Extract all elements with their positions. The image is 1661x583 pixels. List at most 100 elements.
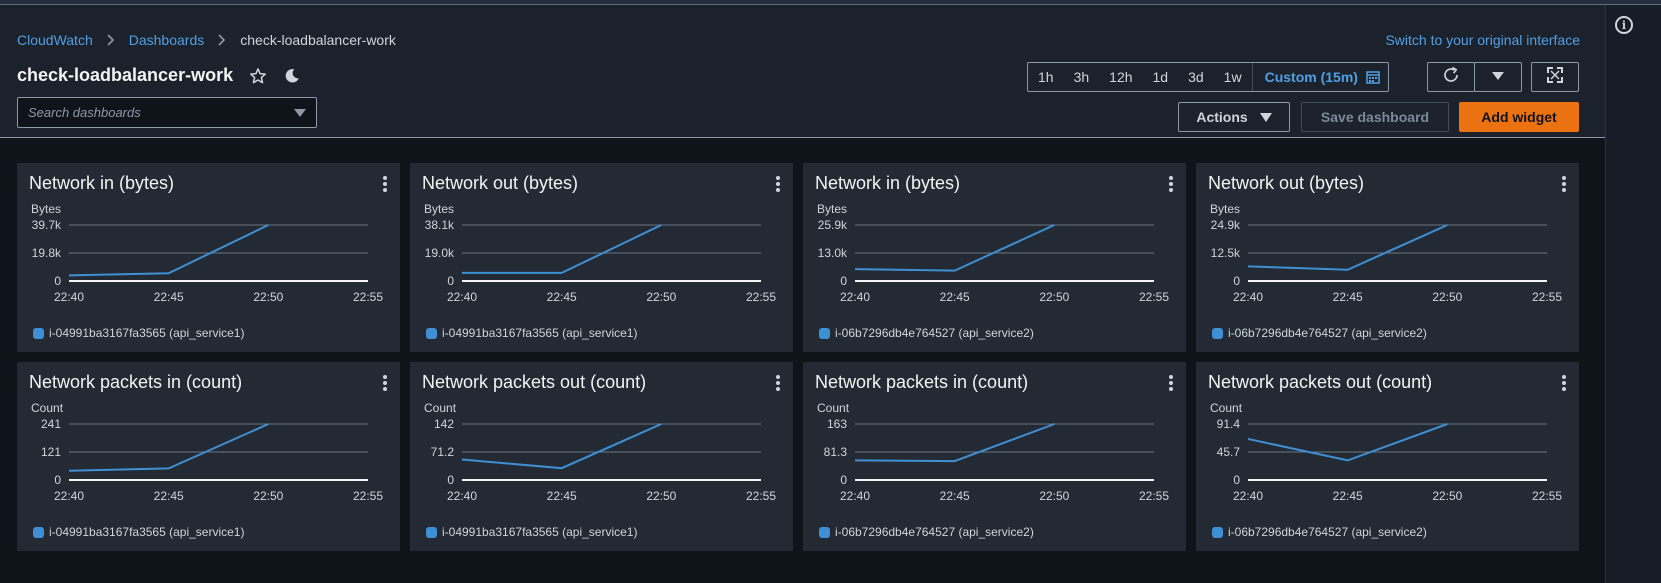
kebab-menu-icon[interactable] xyxy=(382,375,388,391)
x-tick-label: 22:40 xyxy=(447,290,477,304)
series-line[interactable] xyxy=(462,224,662,274)
metric-widget[interactable]: Network packets out (count) Count 0 71.2 142… xyxy=(410,362,793,551)
breadcrumb-cloudwatch[interactable]: CloudWatch xyxy=(17,32,93,48)
widget-title[interactable]: Network out (bytes) xyxy=(1208,173,1364,194)
legend-item[interactable]: i-04991ba3167fa3565 (api_service1) xyxy=(33,525,244,539)
kebab-menu-icon[interactable] xyxy=(775,176,781,192)
moon-icon[interactable] xyxy=(283,67,301,85)
x-tick-label: 22:40 xyxy=(840,489,870,503)
series-line[interactable] xyxy=(461,423,662,470)
y-tick-label: 0 xyxy=(1233,473,1240,487)
time-range-12h[interactable]: 12h xyxy=(1099,63,1142,91)
series-line[interactable] xyxy=(854,423,1055,463)
y-axis-label: Bytes xyxy=(31,202,61,216)
widget-title[interactable]: Network packets in (count) xyxy=(815,372,1028,393)
info-icon[interactable]: i xyxy=(1615,16,1633,34)
x-tick-label: 22:40 xyxy=(1233,489,1263,503)
y-axis-label: Count xyxy=(424,401,457,415)
refresh-interval-dropdown[interactable] xyxy=(1474,62,1522,92)
search-dashboards[interactable] xyxy=(17,97,317,128)
legend-item[interactable]: i-06b7296db4e764527 (api_service2) xyxy=(1212,326,1427,340)
x-tick-label: 22:55 xyxy=(353,489,383,503)
metric-widget[interactable]: Network packets in (count) Count 0 121 241 22… xyxy=(17,362,400,551)
save-dashboard-button[interactable]: Save dashboard xyxy=(1301,102,1449,132)
caret-down-icon xyxy=(1259,112,1272,122)
metric-widget[interactable]: Network in (bytes) Bytes 0 19.8k 39.7k 22:40 2… xyxy=(17,163,400,352)
legend-item[interactable]: i-04991ba3167fa3565 (api_service1) xyxy=(33,326,244,340)
switch-interface-link[interactable]: Switch to your original interface xyxy=(1385,32,1580,48)
star-icon[interactable] xyxy=(249,67,267,85)
x-tick-label: 22:45 xyxy=(154,489,184,503)
fullscreen-button[interactable] xyxy=(1531,62,1579,92)
legend-item[interactable]: i-04991ba3167fa3565 (api_service1) xyxy=(426,326,637,340)
fullscreen-icon xyxy=(1547,66,1563,88)
metric-widget[interactable]: Network packets in (count) Count 0 81.3 163 2… xyxy=(803,362,1186,551)
search-input[interactable] xyxy=(28,105,294,120)
series-line[interactable] xyxy=(1247,423,1448,462)
widget-title[interactable]: Network packets out (count) xyxy=(1208,372,1432,393)
time-range-3h[interactable]: 3h xyxy=(1064,63,1100,91)
time-range-1d[interactable]: 1d xyxy=(1143,63,1179,91)
x-tick-label: 22:55 xyxy=(1139,489,1169,503)
page-title: check-loadbalancer-work xyxy=(17,65,234,85)
x-tick-label: 22:40 xyxy=(1233,290,1263,304)
legend-item[interactable]: i-06b7296db4e764527 (api_service2) xyxy=(1212,525,1427,539)
series-line[interactable] xyxy=(1247,224,1448,271)
legend-item[interactable]: i-04991ba3167fa3565 (api_service1) xyxy=(426,525,637,539)
legend-item[interactable]: i-06b7296db4e764527 (api_service2) xyxy=(819,326,1034,340)
series-line[interactable] xyxy=(68,423,269,472)
time-range-1h[interactable]: 1h xyxy=(1028,63,1064,91)
metric-widget[interactable]: Network in (bytes) Bytes 0 13.0k 25.9k 22:40 2… xyxy=(803,163,1186,352)
legend-item[interactable]: i-06b7296db4e764527 (api_service2) xyxy=(819,525,1034,539)
legend-swatch xyxy=(33,327,44,339)
kebab-menu-icon[interactable] xyxy=(1168,375,1174,391)
series-line[interactable] xyxy=(854,224,1055,272)
refresh-icon xyxy=(1442,66,1460,89)
calendar-icon xyxy=(1366,70,1380,84)
kebab-menu-icon[interactable] xyxy=(1561,176,1567,192)
time-range-1w[interactable]: 1w xyxy=(1214,63,1252,91)
title-row: check-loadbalancer-work xyxy=(17,65,301,86)
x-tick-label: 22:55 xyxy=(1532,489,1562,503)
kebab-menu-icon[interactable] xyxy=(1561,375,1567,391)
refresh-button[interactable] xyxy=(1427,62,1475,92)
kebab-menu-icon[interactable] xyxy=(382,176,388,192)
y-tick-label: 13.0k xyxy=(818,246,848,260)
time-range-3d[interactable]: 3d xyxy=(1178,63,1214,91)
widget-title[interactable]: Network in (bytes) xyxy=(815,173,960,194)
y-tick-label: 25.9k xyxy=(818,218,848,232)
legend-label: i-04991ba3167fa3565 (api_service1) xyxy=(49,326,245,340)
legend-swatch xyxy=(819,327,830,339)
widget-title[interactable]: Network out (bytes) xyxy=(422,173,578,194)
widget-title[interactable]: Network packets out (count) xyxy=(422,372,646,393)
chevron-right-icon xyxy=(107,34,115,46)
x-tick-label: 22:50 xyxy=(253,290,283,304)
widget-title[interactable]: Network packets in (count) xyxy=(29,372,242,393)
metric-widget[interactable]: Network packets out (count) Count 0 45.7 91.… xyxy=(1196,362,1579,551)
y-tick-label: 19.8k xyxy=(32,246,62,260)
kebab-menu-icon[interactable] xyxy=(1168,176,1174,192)
x-tick-label: 22:45 xyxy=(547,489,577,503)
series-line[interactable] xyxy=(68,224,269,277)
x-tick-label: 22:45 xyxy=(1333,290,1363,304)
add-widget-button[interactable]: Add widget xyxy=(1459,102,1579,132)
breadcrumb-dashboards[interactable]: Dashboards xyxy=(129,32,205,48)
legend-swatch xyxy=(1212,327,1223,339)
actions-button[interactable]: Actions xyxy=(1178,102,1290,132)
y-tick-label: 0 xyxy=(54,274,61,288)
widget-title[interactable]: Network in (bytes) xyxy=(29,173,174,194)
caret-down-icon[interactable] xyxy=(294,108,306,117)
y-axis-label: Count xyxy=(1210,401,1243,415)
y-tick-label: 241 xyxy=(41,417,61,431)
chevron-right-icon xyxy=(218,34,226,46)
metric-widget[interactable]: Network out (bytes) Bytes 0 12.5k 24.9k 22:40… xyxy=(1196,163,1579,352)
legend-label: i-04991ba3167fa3565 (api_service1) xyxy=(49,525,245,539)
x-tick-label: 22:50 xyxy=(1432,290,1462,304)
line-chart: Bytes 0 12.5k 24.9k 22:40 22:45 22:50 22:55 xyxy=(1210,202,1562,304)
legend-swatch xyxy=(426,526,437,538)
time-range-custom[interactable]: Custom (15m) xyxy=(1251,63,1388,91)
kebab-menu-icon[interactable] xyxy=(775,375,781,391)
y-tick-label: 24.9k xyxy=(1211,218,1241,232)
y-tick-label: 71.2 xyxy=(431,445,455,459)
metric-widget[interactable]: Network out (bytes) Bytes 0 19.0k 38.1k 22:40… xyxy=(410,163,793,352)
